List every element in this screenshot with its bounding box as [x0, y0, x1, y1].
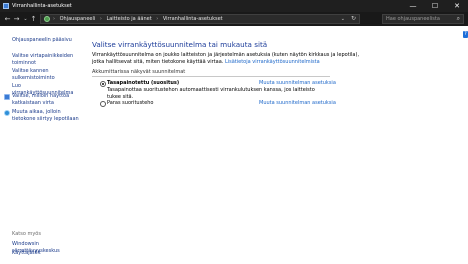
control-panel-icon: [44, 16, 50, 22]
sidebar-item-display-off[interactable]: Valitse, milloin näyttöä katkaistaan vir…: [12, 93, 78, 106]
address-dropdown-chevron-icon[interactable]: ⌄: [341, 15, 345, 23]
sidebar-item-sleep[interactable]: Muuta aikaa, jolloin tietokone siirtyy l…: [12, 109, 80, 122]
sidebar-item-control-panel-home[interactable]: Ohjauspaneelin pääsivu: [12, 37, 72, 44]
sidebar-item-lid-close[interactable]: Valitse kannen sulkemistoiminto: [12, 68, 74, 81]
control-panel-app-icon: [3, 3, 9, 9]
refresh-icon[interactable]: ↻: [351, 15, 356, 23]
forward-arrow-icon[interactable]: →: [12, 14, 21, 24]
page-description: Virrankäyttösuunnitelma on joukko laitte…: [92, 52, 362, 65]
sleep-icon: [4, 110, 10, 116]
breadcrumb-control-panel[interactable]: Ohjauspaneeli: [60, 16, 96, 22]
search-box[interactable]: ⌕: [382, 14, 464, 24]
search-icon[interactable]: ⌕: [457, 15, 460, 23]
breadcrumb-separator: ›: [53, 16, 55, 22]
see-also-heading: Katso myös: [12, 231, 41, 237]
breadcrumb: › Ohjauspaneeli › Laitteisto ja äänet › …: [53, 16, 223, 23]
breadcrumb-separator[interactable]: ›: [156, 16, 158, 22]
plan-balanced-description: Tasapainottaa suoritustehon automaattise…: [107, 87, 315, 100]
breadcrumb-power-options[interactable]: Virranhallinta-asetukset: [163, 16, 223, 22]
learn-more-link[interactable]: Lisätietoja virrankäyttösuunnitelmista: [225, 59, 320, 65]
title-bar: Virranhallinta-asetukset — ☐ ✕: [0, 0, 468, 12]
sidebar-item-power-buttons[interactable]: Valitse virtapainikkeiden toiminnot: [12, 53, 78, 66]
maximize-button[interactable]: ☐: [424, 0, 446, 12]
address-bar[interactable]: › Ohjauspaneeli › Laitteisto ja äänet › …: [40, 14, 360, 24]
plan-high-performance-name[interactable]: Paras suoritusteho: [107, 100, 153, 106]
plan-balanced-name[interactable]: Tasapainotettu (suositus): [107, 80, 179, 86]
plans-group-label: Akkumittarissa näkyvät suunnitelmat: [92, 69, 186, 75]
close-button[interactable]: ✕: [446, 0, 468, 12]
minimize-button[interactable]: —: [402, 0, 424, 12]
display-icon: [4, 94, 10, 100]
plan-balanced-radio[interactable]: [100, 81, 106, 87]
sidebar: Ohjauspaneelin pääsivu Valitse virtapain…: [0, 26, 82, 264]
group-divider: [92, 76, 330, 77]
address-row: ← → ⌄ ↑ › Ohjauspaneeli › Laitteisto ja …: [0, 12, 468, 26]
breadcrumb-separator[interactable]: ›: [100, 16, 102, 22]
breadcrumb-hardware-and-sound[interactable]: Laitteisto ja äänet: [106, 16, 151, 22]
window-title: Virranhallinta-asetukset: [12, 3, 72, 9]
sidebar-link-user-accounts[interactable]: Käyttäjätilit: [12, 250, 41, 257]
plan-high-performance-radio[interactable]: [100, 101, 106, 107]
page-title: Valitse virrankäyttösuunnitelma tai muka…: [92, 40, 268, 49]
up-arrow-icon[interactable]: ↑: [29, 14, 38, 24]
main-content: Valitse virrankäyttösuunnitelma tai muka…: [82, 26, 468, 264]
search-input[interactable]: [386, 15, 454, 23]
plan-balanced-change-link[interactable]: Muuta suunnitelman asetuksia: [259, 80, 336, 86]
plan-high-performance-change-link[interactable]: Muuta suunnitelman asetuksia: [259, 100, 336, 106]
back-arrow-icon[interactable]: ←: [3, 14, 12, 24]
